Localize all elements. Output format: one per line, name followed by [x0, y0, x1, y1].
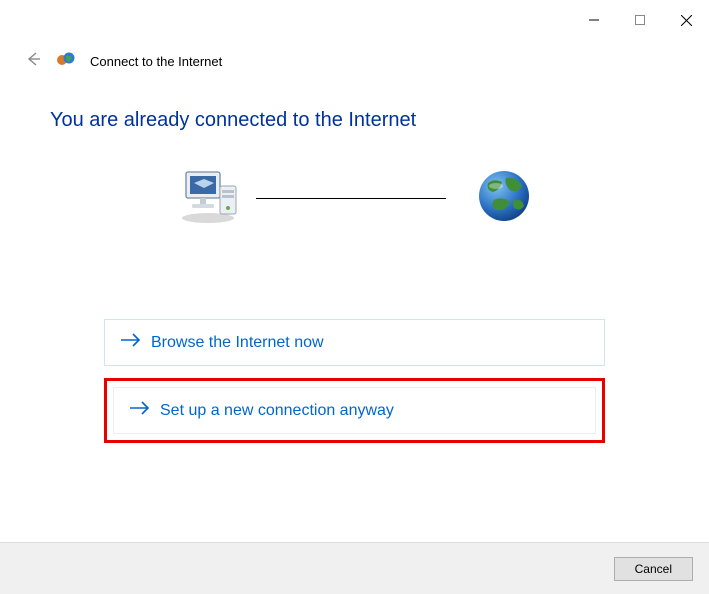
- connection-illustration: [50, 168, 659, 229]
- connection-line: [256, 198, 446, 199]
- cancel-button[interactable]: Cancel: [614, 557, 693, 581]
- back-arrow-icon[interactable]: [24, 50, 42, 73]
- maximize-button[interactable]: [617, 8, 663, 32]
- wizard-content: You are already connected to the Interne…: [0, 81, 709, 542]
- page-heading: You are already connected to the Interne…: [50, 109, 659, 132]
- browse-option-label: Browse the Internet now: [151, 334, 324, 352]
- wizard-header: Connect to the Internet: [0, 32, 709, 81]
- window-titlebar: [0, 0, 709, 32]
- options-list: Browse the Internet now Set up a new con…: [50, 319, 659, 443]
- network-icon: [56, 50, 76, 73]
- wizard-footer: Cancel: [0, 542, 709, 594]
- minimize-button[interactable]: [571, 8, 617, 32]
- computer-icon: [178, 168, 242, 229]
- arrow-right-icon: [130, 401, 150, 420]
- wizard-title: Connect to the Internet: [90, 54, 222, 69]
- setup-option-highlight: Set up a new connection anyway: [104, 378, 605, 443]
- close-button[interactable]: [663, 8, 709, 32]
- arrow-right-icon: [121, 333, 141, 352]
- setup-option-label: Set up a new connection anyway: [160, 402, 394, 420]
- setup-new-connection-option[interactable]: Set up a new connection anyway: [113, 387, 596, 434]
- browse-internet-option[interactable]: Browse the Internet now: [104, 319, 605, 366]
- globe-icon: [476, 168, 532, 229]
